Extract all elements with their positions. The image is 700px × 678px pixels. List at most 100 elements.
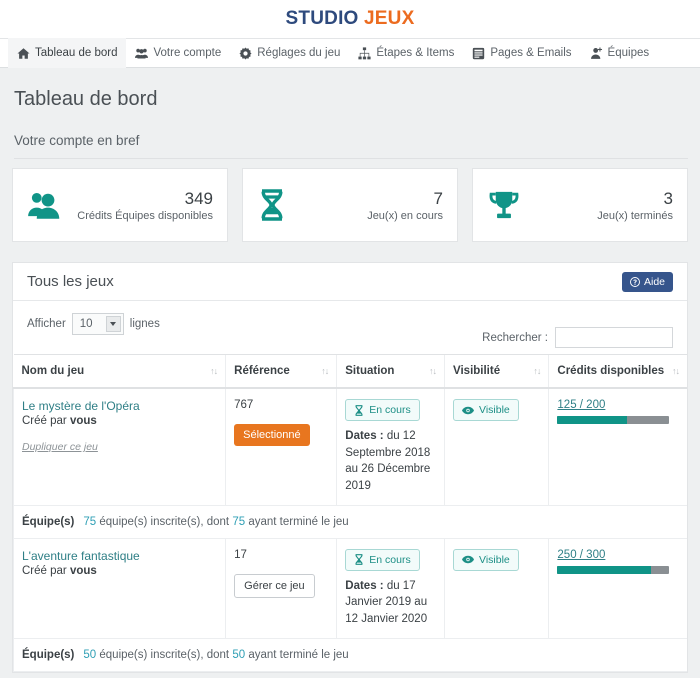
reference-value: 767 bbox=[234, 399, 328, 411]
eye-icon bbox=[462, 555, 474, 564]
cell-reference: 767 Sélectionné bbox=[226, 388, 337, 505]
creator-name: vous bbox=[70, 415, 97, 427]
teams-suffix-text: ayant terminé le jeu bbox=[245, 516, 349, 528]
game-name-link[interactable]: L'aventure fantastique bbox=[22, 549, 217, 563]
cell-visibilite: Visible bbox=[445, 388, 549, 505]
teams-label: Équipe(s) bbox=[22, 516, 74, 528]
visibility-label: Visible bbox=[479, 554, 510, 566]
column-header-credits-disponibles[interactable]: Crédits disponibles ↑↓ bbox=[549, 355, 687, 389]
hourglass-icon bbox=[354, 405, 364, 416]
stat-value: 3 bbox=[597, 188, 673, 209]
credits-value-link[interactable]: 250 / 300 bbox=[557, 549, 605, 561]
afficher-label: Afficher bbox=[27, 318, 66, 330]
nav-item-equipes[interactable]: Équipes bbox=[581, 38, 659, 68]
credits-progress-fill bbox=[557, 566, 650, 574]
users-icon bbox=[27, 190, 63, 220]
game-name-link[interactable]: Le mystère de l'Opéra bbox=[22, 399, 217, 413]
logo-jeux: JEUX bbox=[364, 8, 414, 29]
sort-icon: ↑↓ bbox=[321, 366, 328, 376]
page-size-value: 10 bbox=[80, 318, 93, 330]
nav-label: Étapes & Items bbox=[376, 47, 454, 59]
credits-value-link[interactable]: 125 / 200 bbox=[557, 399, 605, 411]
reference-value: 17 bbox=[234, 549, 328, 561]
teams-suffix-text: ayant terminé le jeu bbox=[245, 649, 349, 661]
dates-label: Dates : bbox=[345, 430, 383, 442]
question-circle-icon bbox=[630, 277, 640, 287]
help-button[interactable]: Aide bbox=[622, 272, 673, 292]
page-size-control: Afficher 10 lignes bbox=[27, 313, 160, 335]
column-label: Visibilité bbox=[453, 365, 500, 377]
stat-label: Jeu(x) terminés bbox=[597, 210, 673, 222]
search-label: Rechercher : bbox=[482, 332, 548, 344]
game-dates: Dates : du 17 Janvier 2019 au 12 Janvier… bbox=[345, 578, 436, 628]
visibility-badge[interactable]: Visible bbox=[453, 399, 519, 421]
page-size-select[interactable]: 10 bbox=[72, 313, 124, 335]
nav-label: Pages & Emails bbox=[490, 47, 571, 59]
users-icon bbox=[135, 47, 148, 60]
column-header-situation[interactable]: Situation ↑↓ bbox=[337, 355, 445, 389]
column-label: Référence bbox=[234, 365, 290, 377]
stat-card-credits: 349 Crédits Équipes disponibles bbox=[12, 168, 228, 242]
eye-icon bbox=[462, 406, 474, 415]
nav-item-etapes-items[interactable]: Étapes & Items bbox=[349, 38, 463, 68]
page-icon bbox=[472, 47, 485, 60]
game-creator: Créé par vous bbox=[22, 565, 217, 577]
lignes-label: lignes bbox=[130, 318, 160, 330]
stat-cards: 349 Crédits Équipes disponibles 7 Jeu(x)… bbox=[12, 168, 688, 242]
panel-title: Tous les jeux bbox=[27, 273, 114, 290]
teams-finished-count: 75 bbox=[232, 516, 245, 528]
status-label: En cours bbox=[369, 404, 410, 416]
games-table-body: Le mystère de l'Opéra Créé par vous Dupl… bbox=[14, 388, 688, 671]
creator-prefix: Créé par bbox=[22, 415, 70, 427]
user-plus-icon bbox=[590, 47, 603, 60]
credits-progress-bar bbox=[557, 416, 669, 424]
table-controls: Afficher 10 lignes Rechercher : bbox=[13, 301, 687, 354]
panel-header: Tous les jeux Aide bbox=[13, 263, 687, 301]
column-label: Crédits disponibles bbox=[557, 365, 664, 377]
logo-studio: STUDIO bbox=[286, 8, 359, 29]
stat-value: 349 bbox=[77, 188, 213, 209]
nav-item-tableau-de-bord[interactable]: Tableau de bord bbox=[8, 38, 126, 68]
visibility-badge[interactable]: Visible bbox=[453, 549, 519, 571]
cell-situation: En cours Dates : du 12 Septembre 2018 au… bbox=[337, 388, 445, 505]
column-label: Nom du jeu bbox=[22, 365, 85, 377]
status-badge[interactable]: En cours bbox=[345, 549, 419, 571]
column-header-nom-du-jeu[interactable]: Nom du jeu ↑↓ bbox=[14, 355, 226, 389]
table-row: L'aventure fantastique Créé par vous 17 … bbox=[14, 538, 688, 638]
credits-progress-bar bbox=[557, 566, 669, 574]
column-header-visibilite[interactable]: Visibilité ↑↓ bbox=[445, 355, 549, 389]
duplicate-game-link[interactable]: Dupliquer ce jeu bbox=[22, 441, 98, 453]
manage-game-button[interactable]: Gérer ce jeu bbox=[234, 574, 315, 598]
column-header-reference[interactable]: Référence ↑↓ bbox=[226, 355, 337, 389]
search-control: Rechercher : bbox=[482, 327, 673, 348]
page-body: Tableau de bord Votre compte en bref 349… bbox=[0, 88, 700, 673]
creator-prefix: Créé par bbox=[22, 565, 70, 577]
nav-item-votre-compte[interactable]: Votre compte bbox=[126, 38, 230, 68]
table-row-team-summary: Équipe(s)50 équipe(s) inscrite(s), dont … bbox=[14, 638, 688, 671]
nav-item-pages-emails[interactable]: Pages & Emails bbox=[463, 38, 580, 68]
sitemap-icon bbox=[358, 47, 371, 60]
cell-team-summary: Équipe(s)75 équipe(s) inscrite(s), dont … bbox=[14, 505, 688, 538]
teams-label: Équipe(s) bbox=[22, 649, 74, 661]
hourglass-icon bbox=[257, 189, 287, 221]
column-label: Situation bbox=[345, 365, 394, 377]
logo[interactable]: STUDIO JEUX bbox=[286, 8, 415, 30]
stat-card-text: 3 Jeu(x) terminés bbox=[597, 188, 673, 221]
nav-label: Équipes bbox=[608, 47, 650, 59]
nav-item-reglages-du-jeu[interactable]: Réglages du jeu bbox=[230, 38, 349, 68]
trophy-icon bbox=[487, 190, 521, 220]
brand-bar: STUDIO JEUX bbox=[0, 0, 700, 38]
credits-progress-fill bbox=[557, 416, 627, 424]
selected-button[interactable]: Sélectionné bbox=[234, 424, 310, 446]
main-navigation: Tableau de bord Votre compte Réglages du… bbox=[0, 38, 700, 68]
visibility-label: Visible bbox=[479, 404, 510, 416]
status-badge[interactable]: En cours bbox=[345, 399, 419, 421]
stat-label: Crédits Équipes disponibles bbox=[77, 210, 213, 222]
cell-team-summary: Équipe(s)50 équipe(s) inscrite(s), dont … bbox=[14, 638, 688, 671]
teams-finished-count: 50 bbox=[232, 649, 245, 661]
home-icon bbox=[17, 47, 30, 60]
sort-icon: ↑↓ bbox=[672, 366, 679, 376]
games-table-head: Nom du jeu ↑↓ Référence ↑↓ Situation bbox=[14, 355, 688, 389]
teams-mid-text: équipe(s) inscrite(s), dont bbox=[96, 649, 232, 661]
search-input[interactable] bbox=[555, 327, 673, 348]
